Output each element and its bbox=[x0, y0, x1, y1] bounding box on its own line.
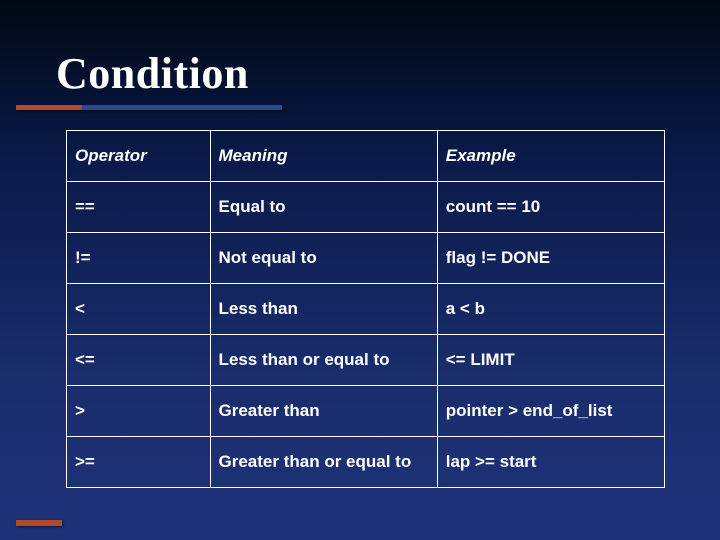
slide-title: Condition bbox=[56, 48, 664, 99]
cell-operator: <= bbox=[67, 335, 211, 386]
cell-meaning: Greater than or equal to bbox=[210, 437, 437, 488]
header-operator: Operator bbox=[67, 131, 211, 182]
table-header-row: Operator Meaning Example bbox=[67, 131, 665, 182]
table-row: < Less than a < b bbox=[67, 284, 665, 335]
cell-operator: < bbox=[67, 284, 211, 335]
header-example: Example bbox=[437, 131, 664, 182]
cell-meaning: Greater than bbox=[210, 386, 437, 437]
table-row: <= Less than or equal to <= LIMIT bbox=[67, 335, 665, 386]
cell-operator: >= bbox=[67, 437, 211, 488]
condition-table: Operator Meaning Example == Equal to cou… bbox=[66, 130, 665, 488]
title-underline bbox=[56, 105, 664, 111]
cell-meaning: Equal to bbox=[210, 182, 437, 233]
title-area: Condition bbox=[56, 48, 664, 111]
table-row: == Equal to count == 10 bbox=[67, 182, 665, 233]
header-meaning: Meaning bbox=[210, 131, 437, 182]
footer-accent-bar bbox=[16, 520, 62, 526]
cell-example: <= LIMIT bbox=[437, 335, 664, 386]
table-container: Operator Meaning Example == Equal to cou… bbox=[66, 130, 665, 488]
cell-example: lap >= start bbox=[437, 437, 664, 488]
cell-operator: != bbox=[67, 233, 211, 284]
cell-example: a < b bbox=[437, 284, 664, 335]
cell-example: flag != DONE bbox=[437, 233, 664, 284]
table-row: != Not equal to flag != DONE bbox=[67, 233, 665, 284]
accent-bar-short bbox=[16, 105, 86, 110]
cell-example: pointer > end_of_list bbox=[437, 386, 664, 437]
cell-meaning: Not equal to bbox=[210, 233, 437, 284]
cell-operator: == bbox=[67, 182, 211, 233]
cell-meaning: Less than or equal to bbox=[210, 335, 437, 386]
table-row: >= Greater than or equal to lap >= start bbox=[67, 437, 665, 488]
cell-example: count == 10 bbox=[437, 182, 664, 233]
cell-meaning: Less than bbox=[210, 284, 437, 335]
cell-operator: > bbox=[67, 386, 211, 437]
accent-bar-long bbox=[82, 105, 282, 110]
table-row: > Greater than pointer > end_of_list bbox=[67, 386, 665, 437]
